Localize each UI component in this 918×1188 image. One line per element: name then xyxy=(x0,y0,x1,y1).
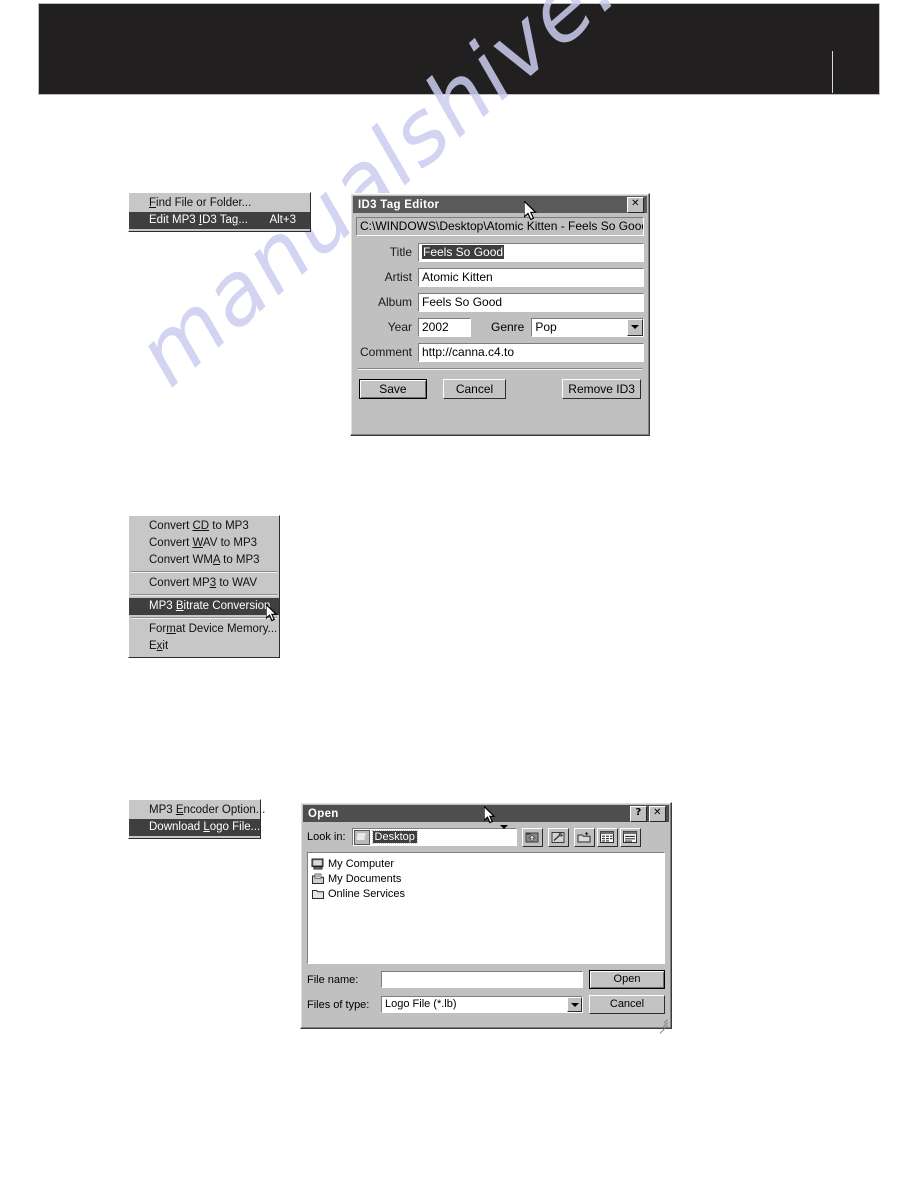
look-in-value: Desktop xyxy=(371,830,418,844)
open-dialog-title: Open xyxy=(308,807,339,820)
look-in-favorites-icon[interactable] xyxy=(547,827,569,847)
id3-row-artist: Artist Atomic Kitten xyxy=(356,267,644,287)
page-header-banner xyxy=(38,3,880,95)
open-file-dialog: Open ? ✕ Look in: Desktop My Computer My… xyxy=(300,802,672,1034)
header-divider-line xyxy=(832,51,833,93)
id3-dialog-title: ID3 Tag Editor xyxy=(358,198,440,211)
genre-label: Genre xyxy=(491,320,525,334)
convert-menu[interactable]: Convert CD to MP3 Convert WAV to MP3 Con… xyxy=(128,515,280,658)
genre-value: Pop xyxy=(535,319,557,334)
up-one-level-icon[interactable] xyxy=(521,827,543,847)
album-label: Album xyxy=(377,295,412,309)
menu-item-find-file[interactable]: Find File or Folder... xyxy=(129,195,310,212)
id3-row-album: Album Feels So Good xyxy=(356,292,644,312)
help-icon[interactable]: ? xyxy=(630,805,647,822)
look-in-select[interactable]: Desktop xyxy=(351,825,517,846)
save-button[interactable]: Save xyxy=(359,379,427,399)
chevron-down-icon[interactable] xyxy=(499,825,515,845)
id3-row-title: Title Feels So Good xyxy=(356,242,644,262)
id3-file-path: C:\WINDOWS\Desktop\Atomic Kitten - Feels… xyxy=(356,217,644,236)
file-name-label: File name: xyxy=(307,973,359,986)
title-label: Title xyxy=(389,245,412,259)
menu-item-convert-wma-to-mp3[interactable]: Convert WMA to MP3 xyxy=(129,552,279,569)
cancel-button[interactable]: Cancel xyxy=(589,995,665,1014)
chevron-down-icon[interactable] xyxy=(627,318,643,336)
year-label: Year xyxy=(387,320,412,334)
details-view-icon[interactable] xyxy=(619,827,641,847)
album-input[interactable]: Feels So Good xyxy=(418,292,644,312)
menu-item-mp3-encoder-option[interactable]: MP3 Encoder Option... xyxy=(129,802,265,819)
file-name-input[interactable] xyxy=(381,971,583,988)
computer-icon xyxy=(311,858,325,870)
artist-label: Artist xyxy=(384,270,412,284)
open-titlebar[interactable]: Open ? ✕ xyxy=(303,805,669,822)
list-item-label: Online Services xyxy=(328,887,406,900)
list-item-label: My Documents xyxy=(328,872,402,885)
close-icon[interactable]: ✕ xyxy=(627,196,644,213)
open-bottom-controls: File name: Open Files of type: Logo File… xyxy=(307,970,665,1014)
create-new-folder-icon[interactable] xyxy=(573,827,595,847)
options-menu[interactable]: MP3 Encoder Option... Download Logo File… xyxy=(128,799,265,839)
folder-icon xyxy=(311,888,325,900)
id3-row-comment: Comment http://canna.c4.to xyxy=(356,342,644,362)
list-item[interactable]: My Documents xyxy=(311,871,664,886)
menu-item-convert-cd-to-mp3[interactable]: Convert CD to MP3 xyxy=(129,518,279,535)
list-view-icon[interactable] xyxy=(596,827,618,847)
menu-item-label: ind File or Folder... xyxy=(156,197,252,209)
file-list[interactable]: My Computer My Documents Online Services xyxy=(307,852,665,964)
documents-folder-icon xyxy=(311,873,325,885)
file-menu[interactable]: Find File or Folder... Edit MP3 ID3 Tag.… xyxy=(128,192,311,232)
year-input[interactable]: 2002 xyxy=(418,317,471,337)
comment-label: Comment xyxy=(359,345,412,359)
list-item-label: My Computer xyxy=(328,857,395,870)
menu-item-convert-wav-to-mp3[interactable]: Convert WAV to MP3 xyxy=(129,535,279,552)
menu-accelerator: Alt+3 xyxy=(269,214,296,226)
artist-input[interactable]: Atomic Kitten xyxy=(418,267,644,287)
menu-item-format-device-memory[interactable]: Format Device Memory... xyxy=(129,621,279,638)
files-of-type-select[interactable]: Logo File (*.lb) xyxy=(381,996,583,1013)
list-item[interactable]: My Computer xyxy=(311,856,664,871)
list-item[interactable]: Online Services xyxy=(311,886,664,901)
menu-separator xyxy=(131,617,277,619)
remove-id3-button[interactable]: Remove ID3 xyxy=(562,379,641,399)
desktop-icon xyxy=(353,829,370,845)
menu-separator xyxy=(131,571,277,573)
comment-input[interactable]: http://canna.c4.to xyxy=(418,342,644,362)
open-button[interactable]: Open xyxy=(589,970,665,989)
menu-item-exit[interactable]: Exit xyxy=(129,638,279,655)
close-icon[interactable]: ✕ xyxy=(649,805,666,822)
look-in-label: Look in: xyxy=(307,831,346,843)
look-in-row: Look in: Desktop xyxy=(307,825,665,847)
files-of-type-label: Files of type: xyxy=(307,998,370,1011)
id3-tag-editor-dialog: ID3 Tag Editor ✕ C:\WINDOWS\Desktop\Atom… xyxy=(350,193,650,436)
menu-item-edit-id3-tag[interactable]: Edit MP3 ID3 Tag... Alt+3 xyxy=(129,212,310,229)
menu-separator xyxy=(131,594,277,596)
chevron-down-icon[interactable] xyxy=(567,997,582,1012)
menu-item-label: Edit MP3 ID3 Tag... xyxy=(149,214,248,226)
id3-field-group: Title Feels So Good Artist Atomic Kitten… xyxy=(356,242,644,362)
id3-button-row: Save Cancel Remove ID3 xyxy=(359,379,641,399)
id3-titlebar[interactable]: ID3 Tag Editor ✕ xyxy=(353,196,647,213)
resize-grip[interactable] xyxy=(656,1014,668,1034)
menu-item-convert-mp3-to-wav[interactable]: Convert MP3 to WAV xyxy=(129,575,279,592)
title-value: Feels So Good xyxy=(422,244,505,259)
genre-select[interactable]: Pop xyxy=(531,317,644,337)
title-input[interactable]: Feels So Good xyxy=(418,242,644,262)
id3-row-year-genre: Year 2002 Genre Pop xyxy=(356,317,644,337)
menu-item-download-logo-file[interactable]: Download Logo File... xyxy=(129,819,260,836)
menu-item-mp3-bitrate-conversion[interactable]: MP3 Bitrate Conversion xyxy=(129,598,279,615)
page-root: manualshive.c Find File or Folder... Edi… xyxy=(0,0,918,1188)
cancel-button[interactable]: Cancel xyxy=(442,379,507,399)
id3-divider xyxy=(358,368,642,370)
files-of-type-value: Logo File (*.lb) xyxy=(385,998,457,1010)
